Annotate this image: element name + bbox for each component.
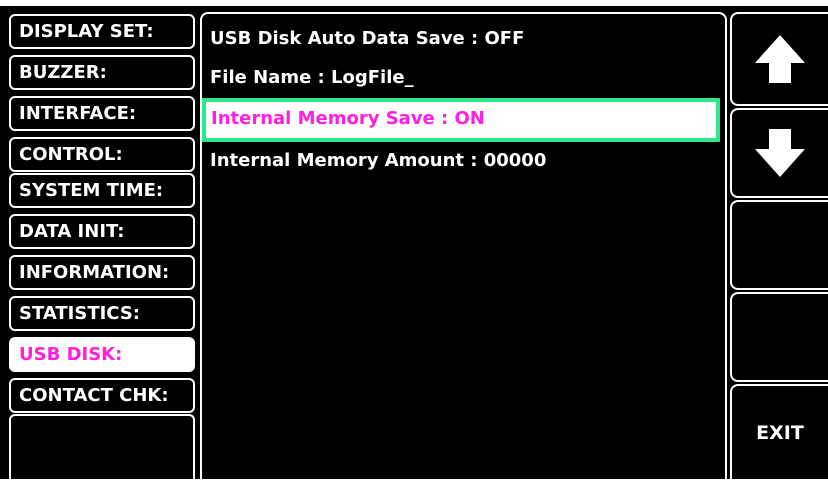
menu-item-usb-disk[interactable]: USB DISK: xyxy=(9,337,195,372)
arrow-down-icon xyxy=(755,129,805,177)
menu-item-display-set[interactable]: DISPLAY SET: xyxy=(9,14,195,49)
menu-item-buzzer[interactable]: BUZZER: xyxy=(9,55,195,90)
exit-button[interactable]: EXIT xyxy=(730,384,828,479)
menu-item-statistics[interactable]: STATISTICS: xyxy=(9,296,195,331)
menu-item-data-init[interactable]: DATA INIT: xyxy=(9,214,195,249)
softkey-blank-1[interactable] xyxy=(730,200,828,290)
menu-empty-slot xyxy=(9,414,195,480)
setting-file-name[interactable]: File Name : LogFile_ xyxy=(210,67,414,88)
setting-internal-memory-amount[interactable]: Internal Memory Amount : 00000 xyxy=(210,150,546,171)
up-button[interactable] xyxy=(730,12,828,106)
setting-internal-memory-save[interactable]: Internal Memory Save : ON xyxy=(202,98,720,142)
menu-item-control[interactable]: CONTROL: xyxy=(9,137,195,172)
exit-label: EXIT xyxy=(756,421,804,444)
menu-item-information[interactable]: INFORMATION: xyxy=(9,255,195,290)
down-button[interactable] xyxy=(730,108,828,198)
softkey-blank-2[interactable] xyxy=(730,292,828,382)
menu-item-contact-chk[interactable]: CONTACT CHK: xyxy=(9,378,195,413)
arrow-up-icon xyxy=(755,35,805,83)
setting-usb-auto-save[interactable]: USB Disk Auto Data Save : OFF xyxy=(210,28,524,49)
menu-item-system-time[interactable]: SYSTEM TIME: xyxy=(9,173,195,208)
menu-item-interface[interactable]: INTERFACE: xyxy=(9,96,195,131)
